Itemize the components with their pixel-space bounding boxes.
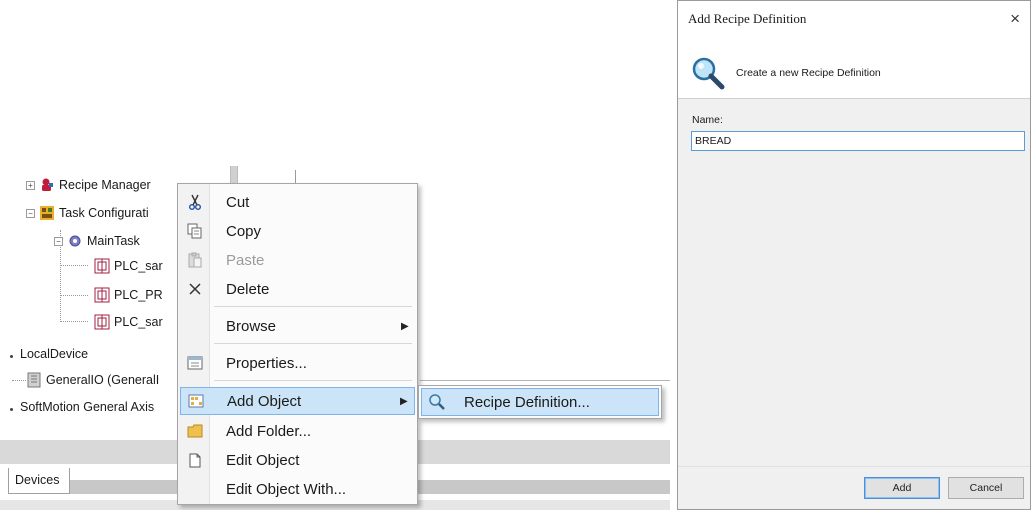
submenu-arrow-icon: ▶ — [400, 395, 408, 407]
magnifier-icon — [690, 55, 726, 96]
menu-item-recipe-definition[interactable]: Recipe Definition... — [421, 388, 659, 416]
tree-item-plc-sar-2[interactable]: PLC_sar — [94, 312, 163, 332]
magnifier-icon — [422, 393, 452, 411]
collapse-icon[interactable]: − — [54, 236, 63, 246]
close-icon[interactable]: × — [1010, 9, 1020, 29]
context-menu: Cut Copy Paste Delete Browse ▶ Propertie… — [177, 183, 418, 505]
program-call-icon — [94, 287, 110, 303]
tab-devices[interactable]: Devices — [8, 468, 70, 494]
name-input[interactable]: BREAD — [691, 131, 1025, 151]
cancel-button[interactable]: Cancel — [948, 477, 1024, 499]
tree-bullet — [10, 355, 13, 358]
tree-item-recipe-manager[interactable]: + Recipe Manager — [26, 175, 151, 195]
menu-separator — [214, 343, 412, 344]
tree-connector — [12, 380, 26, 381]
add-button[interactable]: Add — [864, 477, 940, 499]
splitter-handle[interactable] — [230, 166, 238, 184]
menu-item-properties[interactable]: Properties... — [180, 349, 415, 377]
tree-connector — [60, 265, 88, 266]
menu-item-copy[interactable]: Copy — [180, 217, 415, 245]
add-object-icon — [181, 394, 211, 408]
recipe-manager-icon — [39, 177, 55, 193]
menu-item-browse[interactable]: Browse ▶ — [180, 312, 415, 340]
edit-object-icon — [180, 452, 210, 468]
menu-item-delete[interactable]: Delete — [180, 275, 415, 303]
menu-item-edit-object[interactable]: Edit Object — [180, 446, 415, 474]
name-label: Name: — [692, 114, 723, 126]
tree-connector — [60, 295, 88, 296]
add-object-submenu: Recipe Definition... — [418, 385, 662, 419]
collapse-icon[interactable]: − — [26, 208, 35, 218]
menu-item-add-object[interactable]: Add Object ▶ — [180, 387, 415, 415]
tree-item-task-configuration[interactable]: − Task Configurati — [26, 203, 149, 223]
menu-item-paste[interactable]: Paste — [180, 246, 415, 274]
dialog-header: Add Recipe Definition × Create a new Rec… — [678, 1, 1030, 99]
tree-item-plc-sar-1[interactable]: PLC_sar — [94, 256, 163, 276]
folder-icon — [180, 424, 210, 438]
paste-icon — [180, 252, 210, 268]
add-recipe-definition-dialog: Add Recipe Definition × Create a new Rec… — [677, 0, 1031, 510]
delete-x-icon — [180, 282, 210, 296]
expand-icon[interactable]: + — [26, 180, 35, 190]
dialog-subtitle: Create a new Recipe Definition — [736, 67, 881, 79]
tree-item-softmotion-axis[interactable]: SoftMotion General Axis — [16, 397, 154, 417]
tree-item-maintask[interactable]: − MainTask — [54, 231, 140, 251]
tree-item-generalio[interactable]: GeneralIO (GeneralI — [26, 370, 159, 390]
tree-item-localdevice[interactable]: LocalDevice — [16, 344, 88, 364]
properties-icon — [180, 355, 210, 371]
tree-bullet — [10, 408, 13, 411]
task-configuration-icon — [39, 205, 55, 221]
submenu-arrow-icon: ▶ — [401, 320, 409, 332]
tree-item-plc-pr[interactable]: PLC_PR — [94, 285, 163, 305]
program-call-icon — [94, 258, 110, 274]
program-call-icon — [94, 314, 110, 330]
copy-icon — [180, 223, 210, 239]
tree-connector — [60, 321, 88, 322]
dialog-footer-divider — [678, 466, 1030, 467]
menu-separator — [214, 380, 412, 381]
dialog-title: Add Recipe Definition — [688, 11, 807, 26]
scissors-icon — [180, 194, 210, 210]
menu-separator — [214, 306, 412, 307]
menu-item-edit-object-with[interactable]: Edit Object With... — [180, 475, 415, 503]
menu-item-cut[interactable]: Cut — [180, 188, 415, 216]
menu-item-add-folder[interactable]: Add Folder... — [180, 417, 415, 445]
io-module-icon — [26, 372, 42, 388]
task-gear-icon — [67, 233, 83, 249]
